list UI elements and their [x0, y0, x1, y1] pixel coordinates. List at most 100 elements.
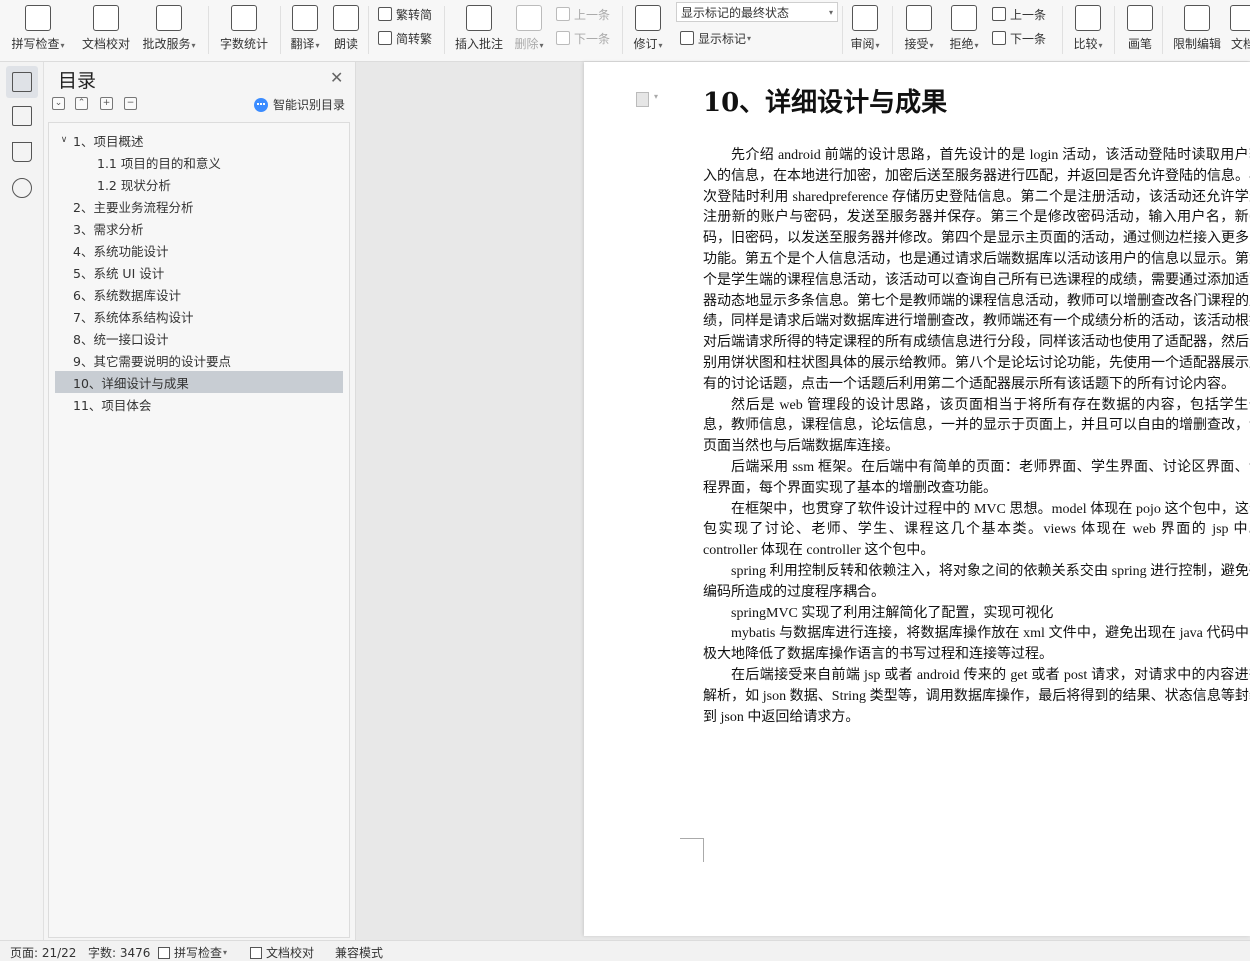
- insert-comment-button[interactable]: 插入批注: [452, 0, 506, 60]
- toc-item-label: 5、系统 UI 设计: [73, 265, 165, 281]
- word-count-label: 字数统计: [219, 37, 268, 51]
- prev-comment-label: 上一条: [574, 7, 611, 22]
- document-page[interactable]: ▾ 10、详细设计与成果 先介绍 android 前端的设计思路，首先设计的是 …: [584, 62, 1250, 936]
- comment-delete-icon: [516, 5, 542, 31]
- toc-item[interactable]: 1.1 项目的目的和意义: [55, 151, 343, 173]
- trad-to-simp-button[interactable]: 繁转简: [378, 4, 432, 24]
- read-aloud-icon: [333, 5, 359, 31]
- show-markup-icon: [680, 31, 694, 45]
- body-paragraph: spring 利用控制反转和依赖注入，将对象之间的依赖关系交由 spring 进…: [703, 563, 1250, 600]
- spell-check-button[interactable]: 拼写检查▾: [8, 0, 68, 60]
- toc-panel-icon[interactable]: [12, 72, 32, 92]
- markup-state-select[interactable]: 显示标记的最终状态 ▾: [676, 2, 838, 22]
- toc-item-label: 6、系统数据库设计: [73, 287, 181, 303]
- restrict-edit-label: 限制编辑: [1172, 37, 1221, 51]
- toc-item[interactable]: 4、系统功能设计: [55, 239, 343, 261]
- toc-item[interactable]: 2、主要业务流程分析: [55, 195, 343, 217]
- translate-button[interactable]: 翻译▾: [286, 0, 324, 60]
- toc-item[interactable]: 3、需求分析: [55, 217, 343, 239]
- toc-item[interactable]: 11、项目体会: [55, 393, 343, 415]
- toc-item[interactable]: 7、系统体系结构设计: [55, 305, 343, 327]
- toc-item[interactable]: 6、系统数据库设计: [55, 283, 343, 305]
- prev-change-button[interactable]: 上一条: [992, 4, 1046, 24]
- remove-heading-icon[interactable]: −: [124, 97, 137, 110]
- compare-icon: [1075, 5, 1101, 31]
- next-change-button[interactable]: 下一条: [992, 28, 1046, 48]
- spell-check-label: 拼写检查: [11, 37, 60, 51]
- pen-label: 画笔: [1127, 37, 1152, 51]
- pen-button[interactable]: 画笔: [1124, 0, 1156, 60]
- compare-button[interactable]: 比较▾: [1068, 0, 1108, 60]
- collapse-all-icon[interactable]: ⌄: [52, 97, 65, 110]
- section-heading: 10、详细设计与成果: [703, 88, 948, 118]
- toc-item-label: 1.1 项目的目的和意义: [97, 155, 221, 171]
- trad-simp-icon: [378, 7, 392, 21]
- accept-button[interactable]: 接受▾: [900, 0, 938, 60]
- chevron-down-icon[interactable]: ∨: [57, 135, 71, 145]
- body-paragraph: 后端采用 ssm 框架。在后端中有简单的页面：老师界面、学生界面、讨论区界面、课…: [703, 459, 1250, 496]
- toc-list: ∨ 1、项目概述 1.1 项目的目的和意义 1.2 现状分析 2、主要业务流程分析 3、需…: [48, 122, 350, 938]
- close-icon[interactable]: ✕: [330, 68, 343, 87]
- doc-more-button[interactable]: 文档: [1228, 0, 1250, 60]
- prev-comment-button[interactable]: 上一条: [556, 4, 610, 24]
- smart-toc-button[interactable]: 智能识别目录: [254, 96, 345, 113]
- expand-all-icon[interactable]: ⌃: [75, 97, 88, 110]
- toc-item-label: 8、统一接口设计: [73, 331, 169, 347]
- toc-item[interactable]: 9、其它需要说明的设计要点: [55, 349, 343, 371]
- simp-to-trad-button[interactable]: 简转繁: [378, 28, 432, 48]
- doc-proof-button[interactable]: 文档校对: [78, 0, 134, 60]
- toc-item-label: 4、系统功能设计: [73, 243, 169, 259]
- abc-check-icon: [25, 5, 51, 31]
- review-pane-label: 审阅: [850, 37, 875, 51]
- add-heading-icon[interactable]: +: [100, 97, 113, 110]
- word-count-button[interactable]: 字数统计: [216, 0, 272, 60]
- review-pane-button[interactable]: 审阅▾: [846, 0, 884, 60]
- delete-comment-button[interactable]: 删除▾: [510, 0, 548, 60]
- status-doc-proof[interactable]: 文档校对: [250, 944, 314, 961]
- correct-service-label: 批改服务: [142, 37, 191, 51]
- compare-label: 比较: [1073, 37, 1098, 51]
- page-indicator[interactable]: 页面: 21/22: [10, 944, 76, 961]
- show-markup-button[interactable]: 显示标记 ▾: [680, 28, 751, 48]
- correct-service-button[interactable]: 批改服务▾: [138, 0, 200, 60]
- chevron-down-icon: ▾: [828, 7, 833, 17]
- ribbon-toolbar: 拼写检查▾ 文档校对 批改服务▾ 字数统计 翻译▾ 朗读 繁转简 简转繁 插入批…: [0, 0, 1250, 62]
- smart-toc-label: 智能识别目录: [273, 98, 346, 112]
- insert-comment-label: 插入批注: [454, 37, 503, 51]
- doc-correct-icon: [156, 5, 182, 31]
- reject-button[interactable]: 拒绝▾: [944, 0, 984, 60]
- status-spell-check[interactable]: 拼写检查 ▾: [158, 944, 227, 961]
- next-comment-label: 下一条: [574, 31, 611, 46]
- simp-trad-icon: [378, 31, 392, 45]
- body-paragraph: 在后端接受来自前端 jsp 或者 android 传来的 get 或者 post…: [703, 667, 1250, 725]
- body-paragraph: mybatis 与数据库进行连接，将数据库操作放在 xml 文件中，避免出现在 …: [703, 626, 1250, 663]
- bookmark-icon[interactable]: [12, 142, 32, 162]
- status-bar: 页面: 21/22 字数: 3476 拼写检查 ▾ 文档校对 兼容模式: [0, 940, 1250, 961]
- restrict-edit-button[interactable]: 限制编辑: [1170, 0, 1224, 60]
- search-icon[interactable]: [12, 178, 32, 198]
- track-changes-icon: [635, 5, 661, 31]
- track-changes-button[interactable]: 修订▾: [628, 0, 668, 60]
- toc-item[interactable]: 8、统一接口设计: [55, 327, 343, 349]
- page-menu-icon[interactable]: [636, 92, 649, 107]
- body-paragraph: 先介绍 android 前端的设计思路，首先设计的是 login 活动，该活动登…: [703, 148, 1250, 392]
- proof-icon: [250, 946, 262, 959]
- toc-item-label: 10、详细设计与成果: [73, 375, 189, 391]
- translate-label: 翻译: [290, 37, 315, 51]
- read-aloud-button[interactable]: 朗读: [330, 0, 362, 60]
- reject-label: 拒绝: [949, 37, 974, 51]
- translate-icon: [292, 5, 318, 31]
- toc-item[interactable]: 1.2 现状分析: [55, 173, 343, 195]
- next-comment-button[interactable]: 下一条: [556, 28, 610, 48]
- toc-item[interactable]: 10、详细设计与成果: [55, 371, 343, 393]
- next-comment-icon: [556, 31, 570, 45]
- word-count-indicator[interactable]: 字数: 3476: [88, 944, 150, 961]
- prev-change-icon: [992, 7, 1006, 21]
- toc-item[interactable]: ∨ 1、项目概述: [55, 129, 343, 151]
- status-proof-label: 文档校对: [266, 946, 315, 960]
- outline-tree-icon[interactable]: [12, 106, 32, 126]
- prev-change-label: 上一条: [1010, 7, 1047, 22]
- toc-item[interactable]: 5、系统 UI 设计: [55, 261, 343, 283]
- toc-item-label: 9、其它需要说明的设计要点: [73, 353, 231, 369]
- chevron-down-icon: ▾: [654, 92, 659, 101]
